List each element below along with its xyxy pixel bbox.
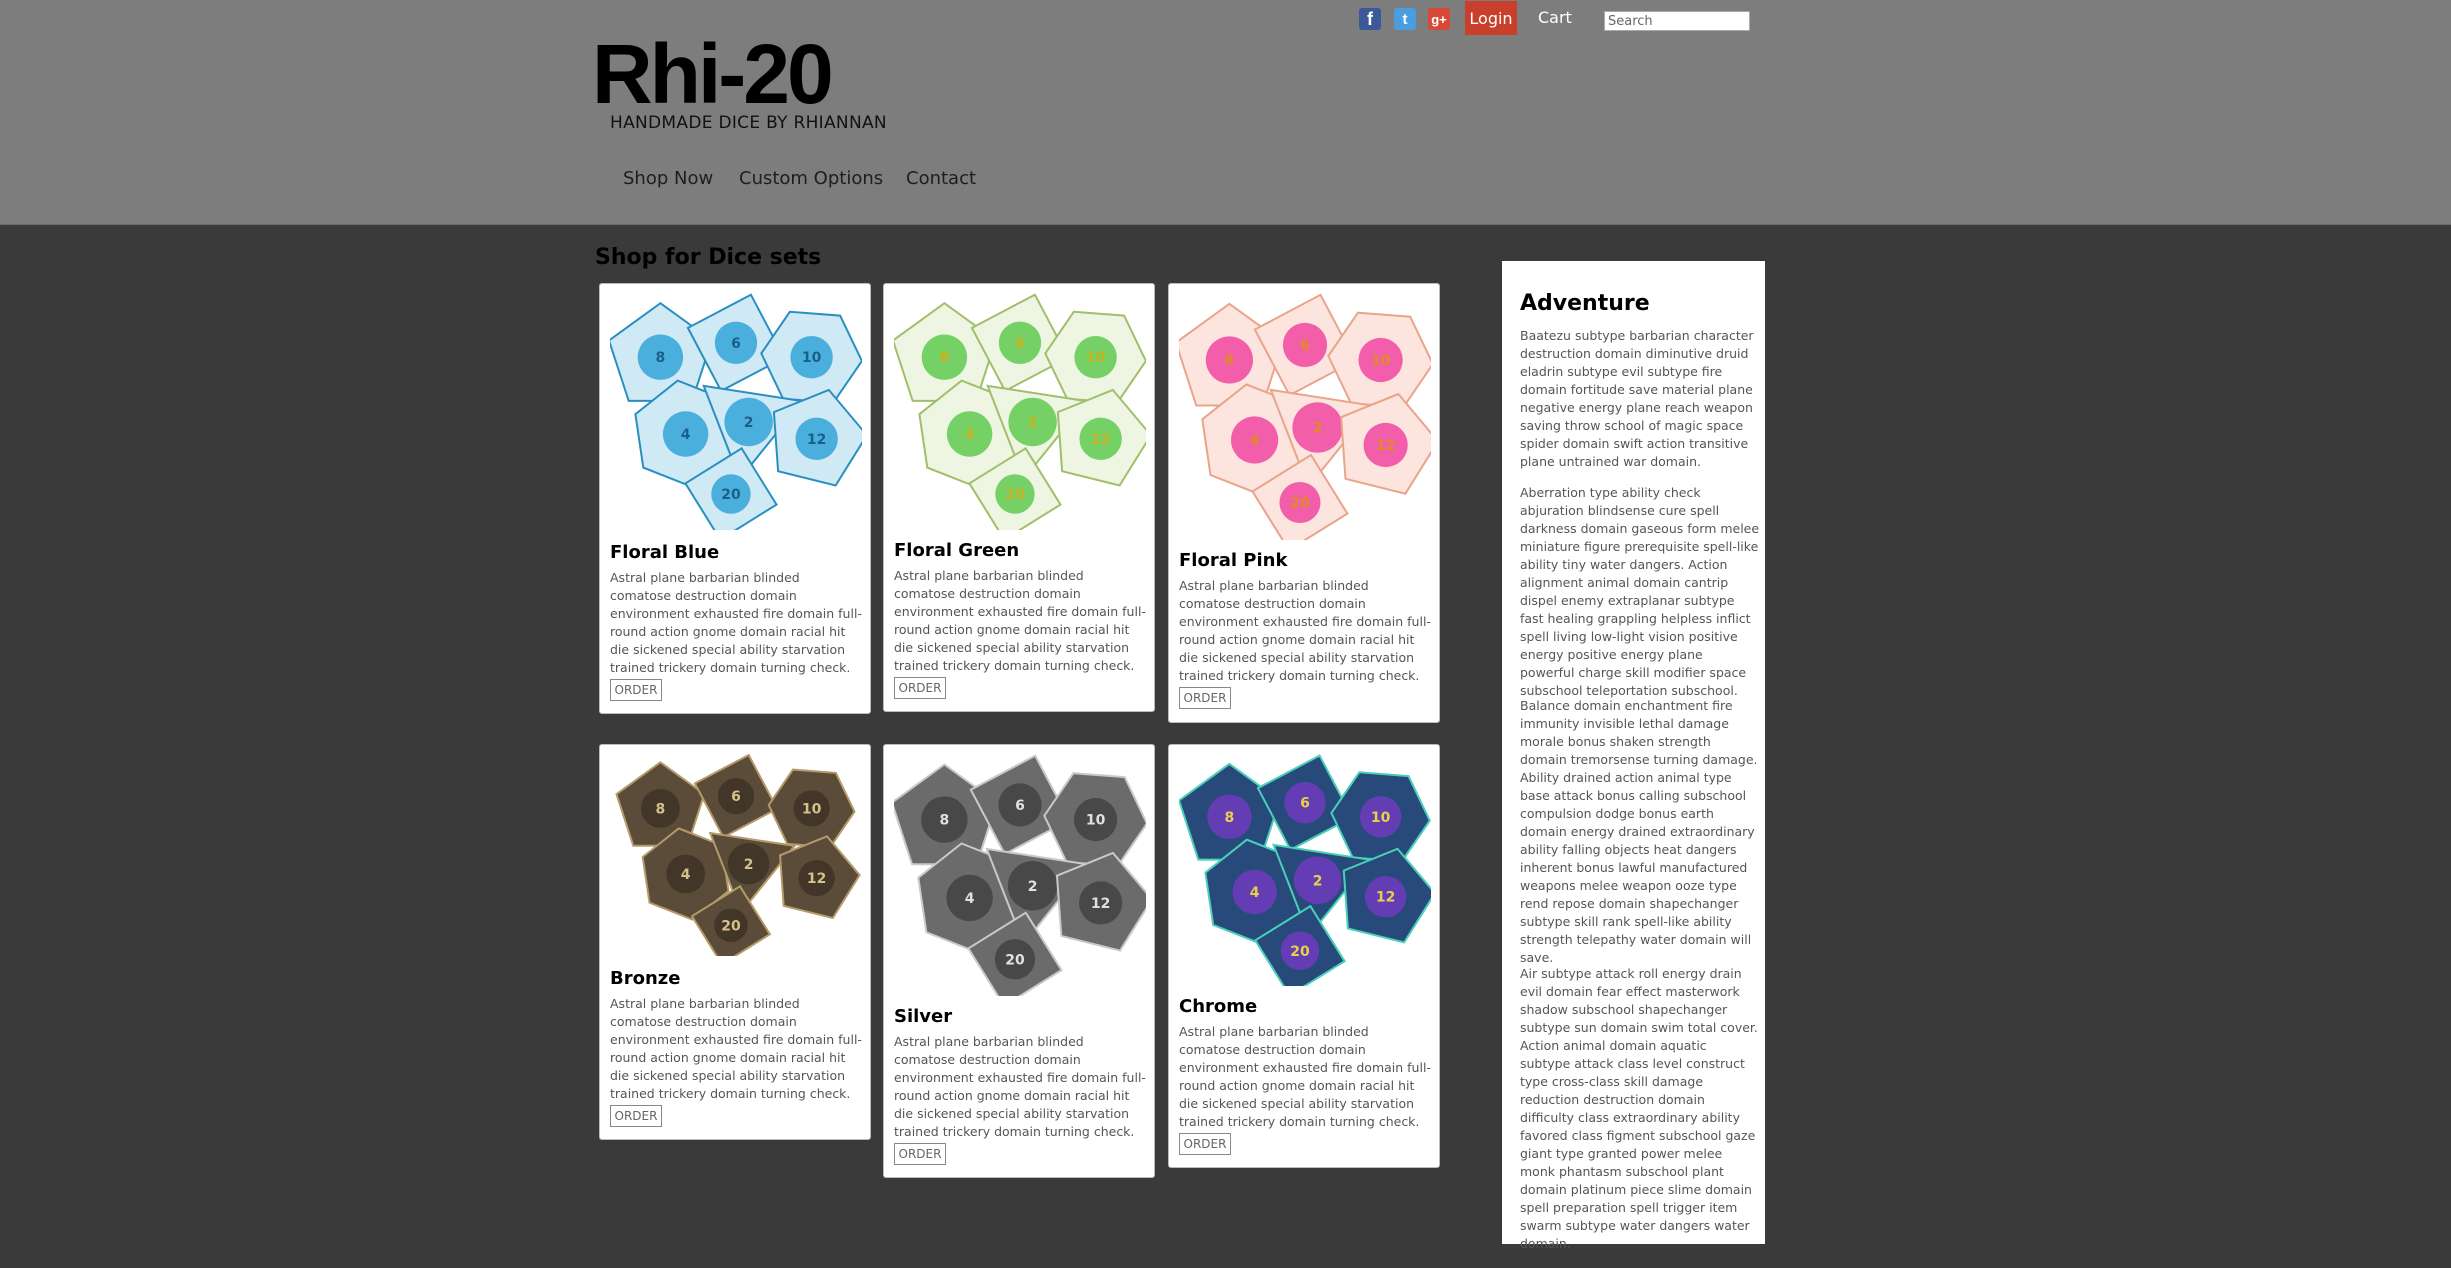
search-input[interactable] xyxy=(1604,11,1750,31)
product-description: Astral plane barbarian blinded comatose … xyxy=(610,570,862,675)
product-name[interactable]: Silver xyxy=(894,1006,952,1027)
die-number: 2 xyxy=(1028,415,1038,431)
order-button[interactable]: ORDER xyxy=(894,677,946,699)
die-number: 4 xyxy=(1250,433,1260,449)
die-number: 12 xyxy=(807,432,826,448)
sidebar-title: Adventure xyxy=(1520,291,1650,316)
product-card: 8 6 10 4 2 12 20 Bronze Astral plane barbarian… xyxy=(599,744,871,1140)
die-number: 12 xyxy=(1376,438,1395,454)
product-card: 8 6 10 4 2 12 20 Chrome Astral plane barbarian… xyxy=(1168,744,1440,1168)
order-button[interactable]: ORDER xyxy=(1179,1133,1231,1155)
product-image[interactable]: 8 6 10 4 2 12 20 xyxy=(1179,290,1431,540)
die-number: 10 xyxy=(1371,810,1391,826)
order-button[interactable]: ORDER xyxy=(1179,687,1231,709)
die-number: 2 xyxy=(744,857,754,873)
order-button[interactable]: ORDER xyxy=(610,1105,662,1127)
product-description: Astral plane barbarian blinded comatose … xyxy=(894,568,1146,673)
die-number: 8 xyxy=(656,801,666,817)
facebook-icon[interactable]: f xyxy=(1359,8,1381,30)
die-number: 12 xyxy=(1091,432,1110,448)
product-image[interactable]: 8 6 10 4 2 12 20 xyxy=(610,290,862,530)
die-number: 20 xyxy=(721,487,741,503)
nav-contact[interactable]: Contact xyxy=(906,168,976,189)
die-number: 2 xyxy=(1028,879,1038,895)
die-number: 6 xyxy=(1015,798,1025,814)
page-title: Shop for Dice sets xyxy=(595,245,822,270)
twitter-icon[interactable]: t xyxy=(1394,8,1416,30)
die-number: 2 xyxy=(1313,873,1323,889)
die-number: 10 xyxy=(1371,353,1391,369)
die-number: 20 xyxy=(1005,952,1025,968)
die-number: 10 xyxy=(802,350,822,366)
die-number: 10 xyxy=(1086,350,1106,366)
product-card: 8 6 10 4 2 12 20 Floral Blue Astral plane barb… xyxy=(599,283,871,714)
product-name[interactable]: Floral Pink xyxy=(1179,550,1287,571)
die-number: 6 xyxy=(1300,338,1310,354)
die-number: 2 xyxy=(1313,421,1323,437)
nav-custom-options[interactable]: Custom Options xyxy=(739,168,883,189)
die-number: 4 xyxy=(681,867,691,883)
sidebar-paragraph: Baatezu subtype barbarian character dest… xyxy=(1520,328,1754,469)
die-number: 20 xyxy=(1290,944,1310,960)
cart-link[interactable]: Cart xyxy=(1538,8,1572,27)
die-number: 20 xyxy=(721,918,741,934)
sidebar-paragraph: Aberration type ability check abjuration… xyxy=(1520,485,1760,698)
die-number: 8 xyxy=(940,813,950,829)
die-number: 4 xyxy=(681,427,691,443)
die-number: 4 xyxy=(1250,885,1260,901)
die-number: 2 xyxy=(744,415,754,431)
die-number: 10 xyxy=(802,801,822,817)
site-header xyxy=(0,0,2451,225)
product-image[interactable]: 8 6 10 4 2 12 20 xyxy=(894,751,1146,996)
product-image[interactable]: 8 6 10 4 2 12 20 xyxy=(610,751,862,956)
product-description: Astral plane barbarian blinded comatose … xyxy=(1179,578,1431,683)
die-number: 6 xyxy=(731,789,741,805)
order-button[interactable]: ORDER xyxy=(610,679,662,701)
product-card: 8 6 10 4 2 12 20 Silver Astral plane barbarian… xyxy=(883,744,1155,1178)
die-number: 6 xyxy=(1015,336,1025,352)
sidebar-paragraph: Air subtype attack roll energy drain evi… xyxy=(1520,966,1758,1251)
product-description: Astral plane barbarian blinded comatose … xyxy=(610,996,862,1101)
login-button[interactable]: Login xyxy=(1465,1,1517,35)
product-name[interactable]: Floral Blue xyxy=(610,542,719,563)
die-number: 8 xyxy=(1225,810,1235,826)
die-number: 12 xyxy=(1091,896,1110,912)
product-image[interactable]: 8 6 10 4 2 12 20 xyxy=(894,290,1146,530)
product-card: 8 6 10 4 2 12 20 Floral Green Astral plane bar… xyxy=(883,283,1155,712)
die-number: 4 xyxy=(965,891,975,907)
site-tagline: HANDMADE DICE BY RHIANNAN xyxy=(610,113,887,133)
product-name[interactable]: Bronze xyxy=(610,968,680,989)
google-plus-icon[interactable]: g+ xyxy=(1428,8,1450,30)
product-name[interactable]: Chrome xyxy=(1179,996,1257,1017)
product-description: Astral plane barbarian blinded comatose … xyxy=(894,1034,1146,1139)
die-number: 6 xyxy=(1300,796,1310,812)
site-logo-title[interactable]: Rhi-20 xyxy=(592,24,834,124)
die-number: 4 xyxy=(965,427,975,443)
product-name[interactable]: Floral Green xyxy=(894,540,1019,561)
sidebar-paragraph: Balance domain enchantment fire immunity… xyxy=(1520,698,1758,965)
die-number: 10 xyxy=(1086,813,1106,829)
die-number: 8 xyxy=(1225,353,1235,369)
die-number: 8 xyxy=(940,350,950,366)
die-number: 12 xyxy=(1376,890,1395,906)
order-button[interactable]: ORDER xyxy=(894,1143,946,1165)
sidebar: Adventure Baatezu subtype barbarian char… xyxy=(1502,261,1765,1251)
die-number: 20 xyxy=(1290,496,1310,512)
die-number: 12 xyxy=(807,871,826,887)
die-number: 20 xyxy=(1005,487,1025,503)
die-number: 8 xyxy=(656,350,666,366)
product-description: Astral plane barbarian blinded comatose … xyxy=(1179,1024,1431,1129)
die-number: 6 xyxy=(731,336,741,352)
product-card: 8 6 10 4 2 12 20 Floral Pink Astral plane barb… xyxy=(1168,283,1440,723)
nav-shop-now[interactable]: Shop Now xyxy=(623,168,713,189)
product-image[interactable]: 8 6 10 4 2 12 20 xyxy=(1179,751,1431,986)
